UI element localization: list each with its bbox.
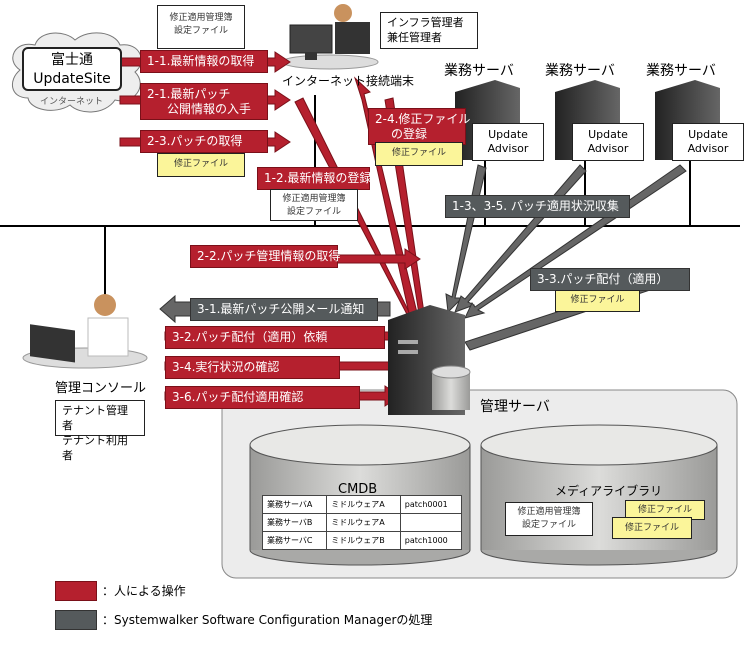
updatesite-name: UpdateSite: [33, 71, 111, 87]
config-file-note: 修正適用管理簿 設定ファイル: [270, 189, 358, 221]
business-server-label: 業務サーバ: [444, 63, 514, 79]
step-1-3-3-5: 1-3、3-5. パッチ適用状況収集: [445, 195, 630, 218]
patch-file-note: 修正ファイル: [612, 517, 692, 539]
legend-swatch-human: [55, 581, 97, 601]
updatesite-box: 富士通 UpdateSite: [22, 47, 122, 91]
config-file-note: 修正適用管理簿 設定ファイル: [505, 502, 593, 536]
step-2-3: 2-3.パッチの取得: [140, 130, 268, 153]
infra-admin-role-box: インフラ管理者 兼任管理者: [380, 12, 478, 49]
terminal-operator-icon: [281, 4, 379, 70]
step-3-6: 3-6.パッチ配付適用確認: [165, 386, 360, 409]
table-row: 業務サーバB ミドルウェアA: [261, 513, 463, 532]
internet-caption: インターネット: [40, 97, 104, 107]
step-3-4: 3-4.実行状況の確認: [165, 356, 340, 379]
tenant-role-box: テナント管理者 テナント利用者: [55, 400, 145, 462]
updatesite-title: 富士通: [51, 52, 93, 68]
table-row: 業務サーバC ミドルウェアB patch1000: [261, 531, 463, 550]
update-advisor-box: Update Advisor: [672, 123, 744, 161]
business-server-label: 業務サーバ: [646, 63, 716, 79]
legend-swatch-system: [55, 610, 97, 630]
patch-file-note: 修正ファイル: [157, 153, 245, 177]
step-1-1: 1-1.最新情報の取得: [140, 50, 268, 73]
step-3-2: 3-2.パッチ配付（適用）依頼: [165, 326, 385, 349]
config-file-note: 修正適用管理簿 設定ファイル: [157, 5, 245, 49]
step-3-1: 3-1.最新パッチ公開メール通知: [190, 298, 378, 321]
diagram: 富士通 UpdateSite インターネット 修正適用管理簿 設定ファイル 1-1…: [0, 0, 750, 668]
patch-file-note: 修正ファイル: [555, 290, 640, 312]
management-server-icon: [388, 305, 471, 415]
table-row: 業務サーバA ミドルウェアA patch0001: [261, 495, 463, 514]
update-advisor-box: Update Advisor: [572, 123, 644, 161]
step-1-2: 1-2.最新情報の登録: [257, 167, 371, 190]
cmdb-table: 業務サーバA ミドルウェアA patch0001 業務サーバB ミドルウェアA 業務サ…: [261, 495, 463, 550]
step-2-2: 2-2.パッチ管理情報の取得: [190, 245, 340, 268]
legend-human-text: ：人による操作: [102, 584, 186, 598]
console-label: 管理コンソール: [55, 381, 147, 396]
business-server-label: 業務サーバ: [545, 63, 615, 79]
mgmt-server-label: 管理サーバ: [480, 399, 550, 415]
patch-file-note: 修正ファイル: [375, 142, 463, 166]
update-advisor-box: Update Advisor: [472, 123, 544, 161]
media-library-title: メディアライブラリ: [555, 484, 663, 498]
console-operator-icon: [22, 294, 148, 369]
terminal-label: インターネット接続端末: [282, 74, 415, 88]
step-2-4: 2-4.修正ファイル の登録: [368, 108, 470, 145]
step-3-3: 3-3.パッチ配付（適用）: [530, 268, 690, 291]
legend-system-text: ：Systemwalker Software Configuration Man…: [102, 613, 433, 627]
step-2-1: 2-1.最新パッチ 公開情報の入手: [140, 83, 268, 120]
